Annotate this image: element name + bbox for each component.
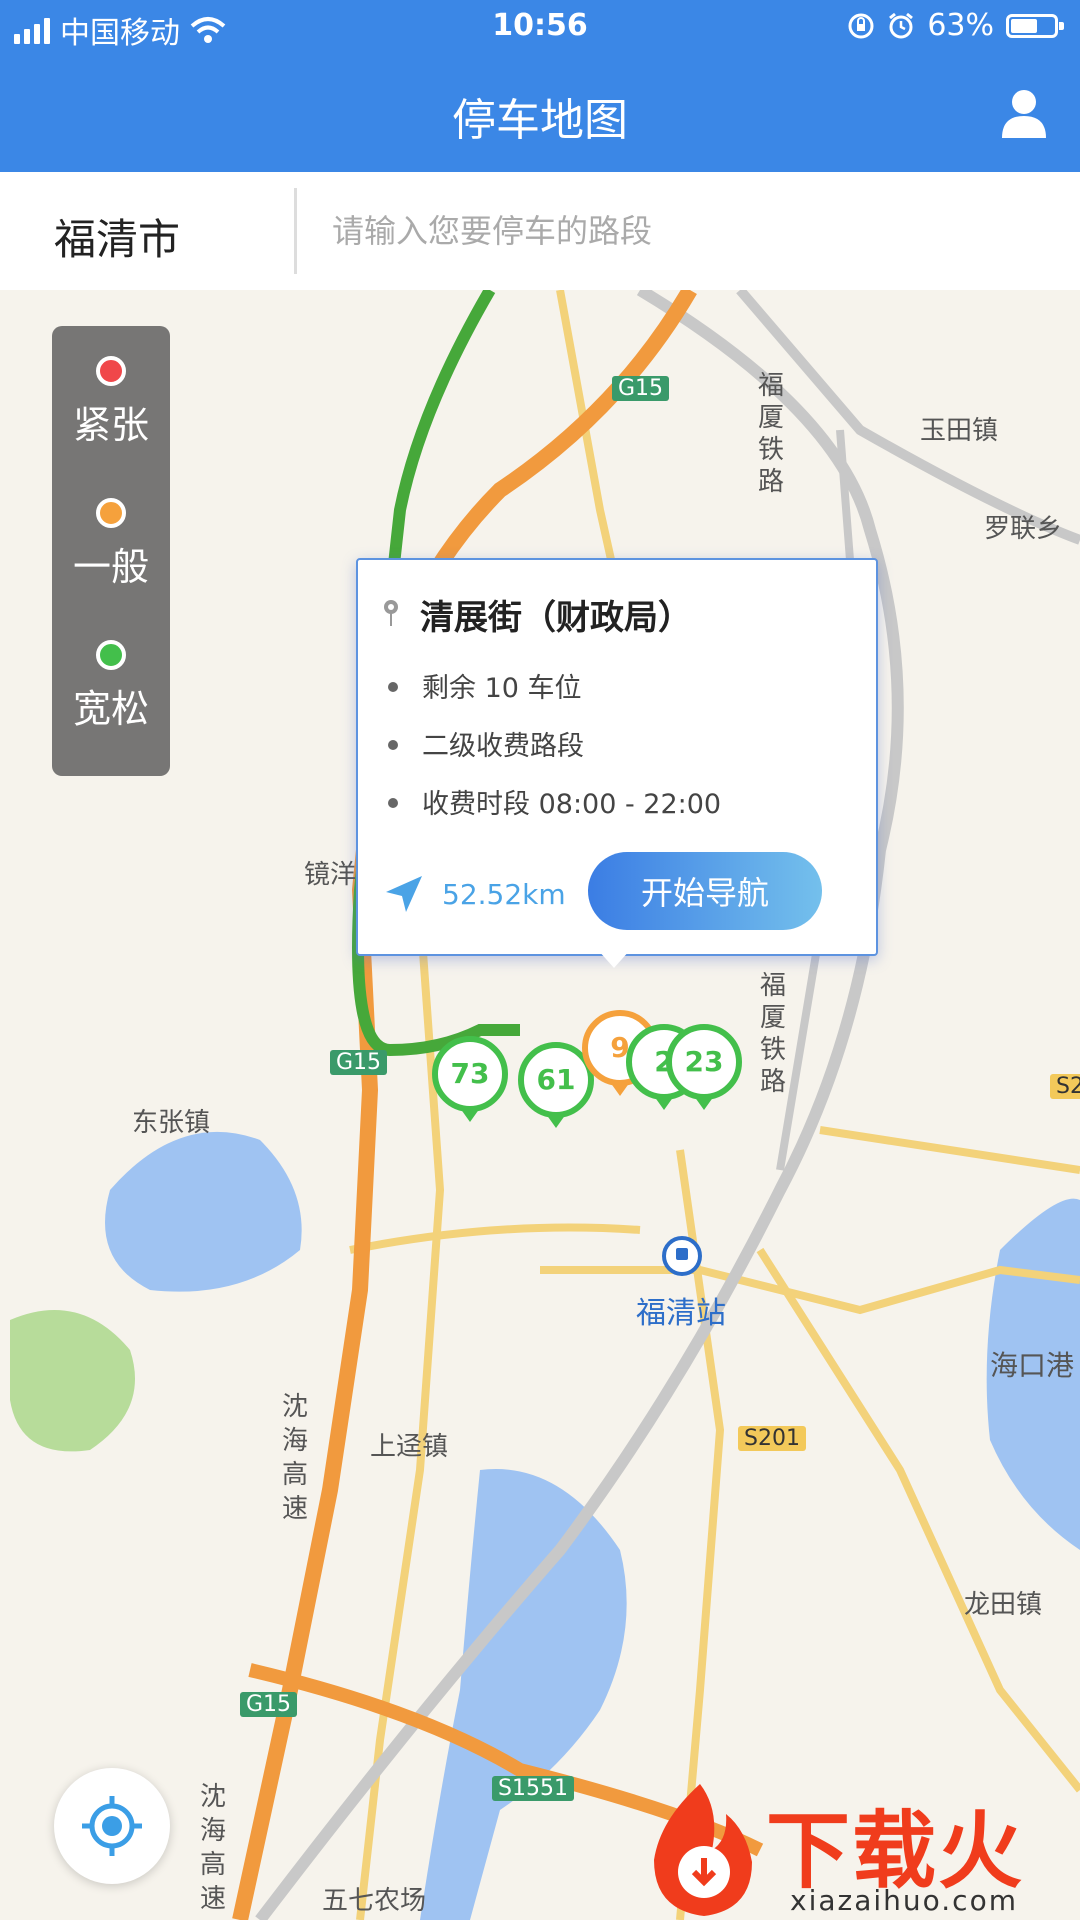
city-selector[interactable]: 福清市 xyxy=(54,206,180,267)
place-label: 龙田镇 xyxy=(964,1590,1043,1620)
start-navigation-button[interactable]: 开始导航 xyxy=(588,852,822,930)
distance-label: 52.52km xyxy=(442,878,566,911)
legend-label: 紧张 xyxy=(72,403,149,447)
parking-title: 清展街（财政局） xyxy=(420,598,692,638)
green-pin-icon xyxy=(96,640,126,670)
bullet xyxy=(388,682,398,692)
place-label: 东张镇 xyxy=(132,1108,211,1138)
place-label: 罗联乡 xyxy=(984,514,1063,544)
parking-cluster[interactable]: 73 xyxy=(432,1036,508,1122)
station-label: 福清站 xyxy=(636,1296,726,1331)
fee-hours: 收费时段 08:00 - 22:00 xyxy=(422,789,722,820)
train-station-icon xyxy=(662,1236,702,1276)
highway-label: 沈海高速 xyxy=(200,1782,227,1914)
place-label: 上迳镇 xyxy=(370,1432,449,1462)
watermark: 下载火 xiazaihuo.com xyxy=(640,1780,1080,1920)
popup-pointer xyxy=(598,950,630,968)
alarm-icon xyxy=(889,12,914,38)
rotation-lock-icon xyxy=(848,13,874,38)
navigation-arrow-icon xyxy=(386,876,422,912)
orange-pin-icon xyxy=(96,498,126,528)
legend-item-loose: 宽松 xyxy=(52,640,170,733)
place-label: 海口港 xyxy=(990,1349,1075,1382)
road-tag: G15 xyxy=(612,376,670,401)
bullet xyxy=(388,740,398,750)
highway-label: 沈海高速 xyxy=(282,1392,309,1524)
place-label: 五七农场 xyxy=(322,1886,427,1916)
status-bar: 中国移动 10:56 63% xyxy=(0,0,1080,54)
remaining-spots: 剩余 10 车位 xyxy=(422,673,582,704)
legend-item-normal: 一般 xyxy=(52,498,170,591)
app-header: 停车地图 xyxy=(0,54,1080,172)
red-pin-icon xyxy=(96,356,126,386)
legend-item-tight: 紧张 xyxy=(52,356,170,449)
locate-me-button[interactable] xyxy=(54,1768,170,1884)
watermark-site: xiazaihuo.com xyxy=(790,1884,1018,1917)
road-tag: G15 xyxy=(240,1692,298,1717)
road-tag: G15 xyxy=(330,1050,388,1075)
congestion-legend: 紧张 一般 宽松 xyxy=(52,326,170,776)
legend-label: 宽松 xyxy=(72,687,149,731)
battery-icon xyxy=(1006,13,1064,38)
place-label: 玉田镇 xyxy=(920,416,999,446)
road-tag: S1551 xyxy=(492,1776,574,1801)
location-pin-icon xyxy=(384,600,398,626)
user-icon[interactable] xyxy=(994,84,1054,144)
search-bar: 福清市 xyxy=(0,172,1080,292)
fee-level: 二级收费路段 xyxy=(422,731,584,762)
parking-info-popup: 清展街（财政局） 剩余 10 车位 二级收费路段 收费时段 08:00 - 22… xyxy=(356,558,878,956)
divider xyxy=(294,188,297,274)
bullet xyxy=(388,798,398,808)
legend-label: 一般 xyxy=(72,545,149,589)
railway-label: 福厦铁路 xyxy=(758,371,785,497)
parking-cluster[interactable]: 23 xyxy=(666,1024,742,1110)
search-input[interactable] xyxy=(330,200,1034,262)
railway-label: 福厦铁路 xyxy=(760,971,787,1097)
road-tag: S201 xyxy=(738,1426,806,1451)
crosshair-icon xyxy=(82,1796,142,1856)
flame-logo-icon xyxy=(654,1784,752,1916)
road-tag: S2 xyxy=(1050,1074,1080,1099)
battery-percent: 63% xyxy=(927,8,994,43)
page-title: 停车地图 xyxy=(452,95,628,146)
